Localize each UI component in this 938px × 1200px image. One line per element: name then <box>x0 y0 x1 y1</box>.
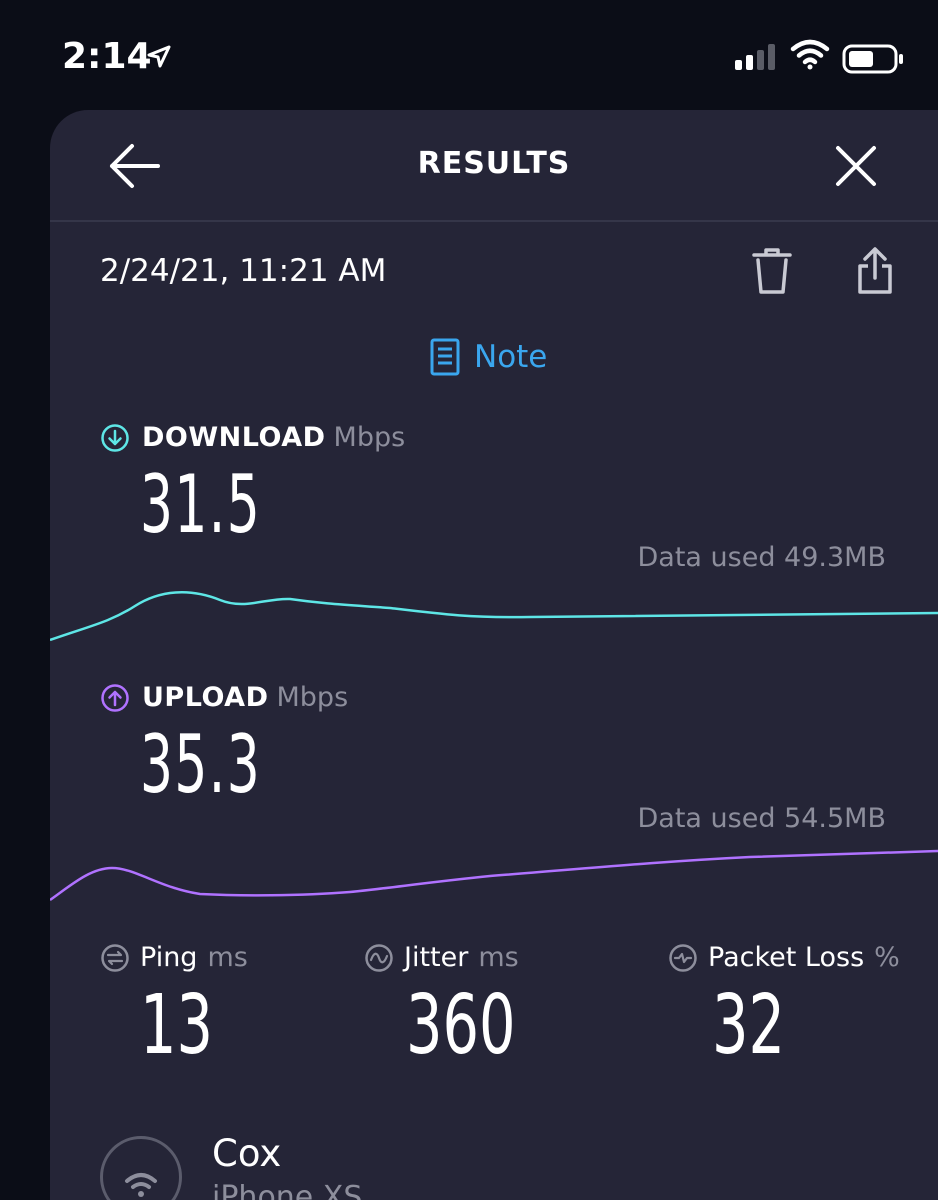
status-time: 2:14 <box>62 36 152 77</box>
download-header: DOWNLOAD Mbps <box>100 422 405 453</box>
provider-wifi-icon <box>100 1136 182 1200</box>
wifi-icon <box>790 39 830 70</box>
packet-loss-value: 32 <box>712 978 786 1073</box>
note-icon <box>430 338 460 376</box>
packet-loss-unit: % <box>874 942 900 973</box>
download-speed-graph <box>50 591 938 642</box>
jitter-value: 360 <box>406 978 516 1073</box>
packet-loss-icon <box>669 943 697 972</box>
jitter-icon <box>365 943 393 972</box>
jitter-label: Jitter <box>404 942 469 973</box>
upload-label: UPLOAD <box>142 682 269 713</box>
cellular-signal-icon <box>735 44 775 70</box>
upload-value: 35.3 <box>140 718 262 811</box>
note-label: Note <box>474 339 548 375</box>
download-label: DOWNLOAD <box>142 422 326 453</box>
ping-icon <box>101 943 129 972</box>
upload-arrow-icon <box>101 683 129 712</box>
download-arrow-icon <box>101 423 129 452</box>
jitter-unit: ms <box>478 942 519 973</box>
result-timestamp: 2/24/21, 11:21 AM <box>100 253 387 289</box>
page-title: RESULTS <box>417 146 571 181</box>
download-data-used: Data used 49.3MB <box>637 542 887 573</box>
download-unit: Mbps <box>333 422 406 453</box>
packet-loss-label: Packet Loss <box>708 942 865 973</box>
ping-label: Ping <box>140 942 198 973</box>
provider-name: Cox <box>212 1132 282 1175</box>
ping-value: 13 <box>140 978 214 1073</box>
upload-unit: Mbps <box>276 682 349 713</box>
upload-speed-graph <box>50 849 938 902</box>
upload-header: UPLOAD Mbps <box>100 682 348 713</box>
share-icon[interactable] <box>856 246 894 296</box>
results-header: RESULTS <box>50 110 938 222</box>
ping-unit: ms <box>207 942 248 973</box>
battery-icon <box>842 44 903 74</box>
download-value: 31.5 <box>140 458 262 551</box>
jitter-header: Jitter ms <box>364 942 519 973</box>
results-card: RESULTS 2/24/21, 11:21 AM Note DOWNLOAD … <box>50 110 938 1200</box>
close-icon[interactable] <box>834 144 878 188</box>
packet-loss-header: Packet Loss % <box>668 942 900 973</box>
location-arrow-icon <box>147 45 171 68</box>
note-button[interactable]: Note <box>430 338 547 376</box>
trash-icon[interactable] <box>750 246 794 296</box>
ping-header: Ping ms <box>100 942 248 973</box>
device-name: iPhone XS <box>212 1180 363 1200</box>
